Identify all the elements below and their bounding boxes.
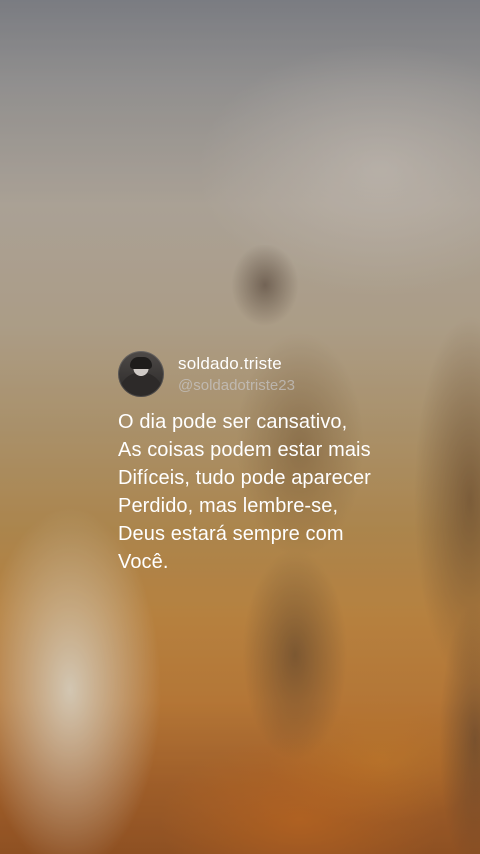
- post-card: soldado.triste @soldadotriste23 O dia po…: [118, 350, 448, 576]
- post-text-line: As coisas podem estar mais: [118, 439, 371, 461]
- avatar[interactable]: [118, 351, 164, 397]
- avatar-photo: [130, 357, 152, 369]
- author-handle[interactable]: @soldadotriste23: [178, 377, 295, 394]
- post-text: O dia pode ser cansativo, As coisas pode…: [118, 408, 448, 576]
- post-text-line: Você.: [118, 551, 169, 573]
- author-info: soldado.triste @soldadotriste23: [178, 354, 295, 394]
- post-text-line: O dia pode ser cansativo,: [118, 411, 348, 433]
- screen: soldado.triste @soldadotriste23 O dia po…: [0, 0, 480, 854]
- post-text-line: Deus estará sempre com: [118, 523, 344, 545]
- post-text-line: Perdido, mas lembre-se,: [118, 495, 339, 517]
- post-header: soldado.triste @soldadotriste23: [118, 350, 448, 398]
- author-display-name[interactable]: soldado.triste: [178, 354, 295, 374]
- post-text-line: Difíceis, tudo pode aparecer: [118, 467, 371, 489]
